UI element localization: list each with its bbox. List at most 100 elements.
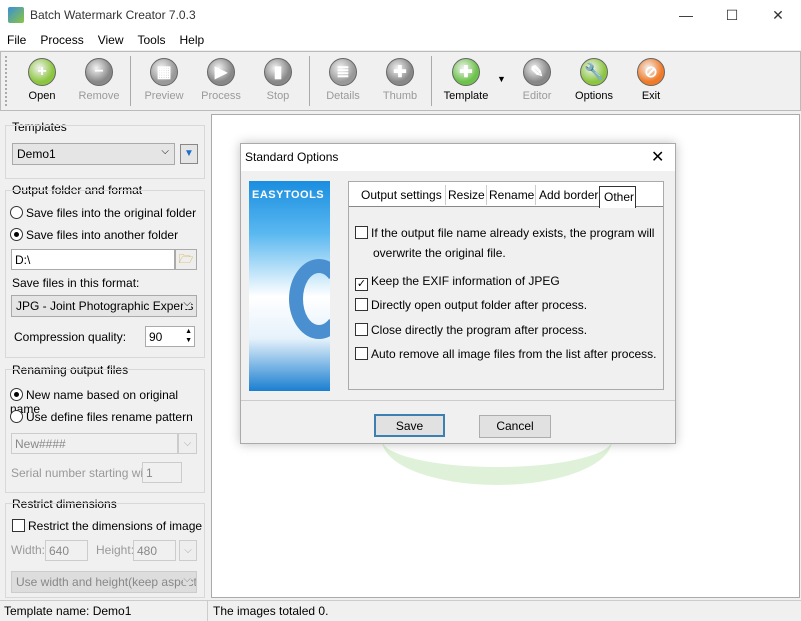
option-overwrite-line2: overwrite the original file. (373, 246, 506, 260)
maximize-button[interactable]: ☐ (709, 0, 755, 30)
menu-process[interactable]: Process (33, 30, 90, 47)
chevron-down-icon: ⌵ (183, 298, 191, 309)
radio-original-folder[interactable]: Save files into the original folder (10, 206, 196, 220)
template-dropdown-icon[interactable]: ▼ (497, 74, 506, 84)
options-button[interactable]: 🔧 Options (566, 58, 622, 102)
option-close-program[interactable]: Close directly the program after process… (355, 323, 587, 337)
thumb-button[interactable]: ✚ Thumb (372, 58, 428, 102)
menu-tools[interactable]: Tools (131, 30, 173, 47)
window-title: Batch Watermark Creator 7.0.3 (30, 8, 196, 22)
toolbar: + Open − Remove ▦ Preview ▶ Process ▮ Stop ≣ Detail… (0, 51, 801, 111)
restrict-checkbox[interactable]: Restrict the dimensions of image (12, 519, 202, 533)
editor-button[interactable]: ✎ Editor (509, 58, 565, 102)
radio-rename-pattern[interactable]: Use define files rename pattern (10, 410, 193, 424)
format-label: Save files in this format: (12, 276, 140, 290)
minimize-button[interactable]: — (663, 0, 709, 30)
radio-another-folder[interactable]: Save files into another folder (10, 228, 178, 242)
option-label: Keep the EXIF information of JPEG (371, 274, 560, 288)
puzzle-icon: ✚ (452, 58, 480, 86)
toolbar-label: Process (201, 90, 241, 102)
radio-label: Save files into the original folder (26, 206, 197, 220)
exit-button[interactable]: ⊘ Exit (623, 58, 679, 102)
tab-rename[interactable]: Rename (486, 185, 534, 205)
toolbar-label: Details (326, 90, 360, 102)
preview-icon: ▦ (150, 58, 178, 86)
minus-icon: − (85, 58, 113, 86)
chevron-down-icon: ⌵ (183, 574, 191, 585)
toolbar-label: Open (28, 90, 56, 102)
cancel-button[interactable]: Cancel (479, 415, 551, 438)
chevron-down-icon: ⌵ (161, 146, 169, 157)
save-button[interactable]: Save (374, 414, 445, 437)
serial-input[interactable]: 1 (142, 462, 182, 483)
menu-bar: File Process View Tools Help (0, 30, 801, 50)
wrench-icon: 🔧 (580, 58, 608, 86)
stop-icon: ▮ (264, 58, 292, 86)
width-input[interactable]: 640 (45, 540, 88, 561)
process-button[interactable]: ▶ Process (193, 58, 249, 102)
quality-spinner[interactable]: 90 ▲ ▼ (145, 326, 195, 347)
option-auto-remove[interactable]: Auto remove all image files from the lis… (355, 347, 656, 361)
menu-file[interactable]: File (0, 30, 33, 47)
template-select[interactable]: Demo1 ⌵ (12, 143, 175, 165)
resize-mode-select[interactable]: Use width and height(keep aspect ratio)⌵ (11, 571, 197, 593)
option-keep-exif[interactable]: ✓ Keep the EXIF information of JPEG (355, 274, 560, 291)
refresh-arrow-icon (289, 259, 330, 339)
pattern-input[interactable]: New#### (11, 433, 178, 454)
option-open-folder[interactable]: Directly open output folder after proces… (355, 298, 587, 312)
menu-view[interactable]: View (91, 30, 131, 47)
tab-panel: Output settings Resize Rename Add border… (348, 181, 664, 390)
height-input[interactable]: 480 (133, 540, 176, 561)
status-divider (207, 601, 208, 621)
preview-button[interactable]: ▦ Preview (136, 58, 192, 102)
pattern-dropdown-icon[interactable]: ⌵ (178, 433, 197, 454)
toolbar-separator (431, 56, 432, 106)
height-label: Height: (96, 543, 135, 557)
play-icon: ▶ (207, 58, 235, 86)
status-bar: Template name: Demo1 The images totaled … (0, 600, 801, 621)
details-button[interactable]: ≣ Details (315, 58, 371, 102)
dialog-title: Standard Options (245, 150, 339, 164)
dialog-title-bar: Standard Options ✕ (241, 144, 675, 171)
serial-label: Serial number starting with (11, 466, 154, 480)
status-images: The images totaled 0. (213, 604, 329, 618)
remove-button[interactable]: − Remove (71, 58, 127, 102)
tab-other[interactable]: Other (599, 186, 636, 208)
tab-resize[interactable]: Resize (445, 185, 485, 205)
settings-panel: Templates Demo1 ⌵ ▼ Output folder and for… (0, 114, 206, 598)
size-dropdown-icon[interactable]: ⌵ (179, 540, 197, 561)
stop-button[interactable]: ▮ Stop (250, 58, 306, 102)
tab-output-settings[interactable]: Output settings (361, 185, 442, 205)
toolbar-label: Exit (641, 90, 661, 102)
close-button[interactable]: ✕ (755, 0, 801, 30)
option-label: Auto remove all image files from the lis… (371, 347, 657, 361)
folder-input[interactable]: D:\ (11, 249, 175, 270)
dialog-close-icon[interactable]: ✕ (651, 147, 664, 167)
check-icon: ✓ (355, 278, 368, 291)
title-bar: Batch Watermark Creator 7.0.3 — ☐ ✕ (0, 0, 801, 30)
toolbar-label: Preview (144, 90, 184, 102)
option-overwrite[interactable]: If the output file name already exists, … (355, 226, 654, 240)
plus-icon: + (28, 58, 56, 86)
toolbar-grip[interactable] (5, 56, 7, 106)
menu-help[interactable]: Help (173, 30, 212, 47)
option-label: If the output file name already exists, … (371, 226, 655, 240)
checkbox-label: Restrict the dimensions of image (28, 519, 203, 533)
toolbar-label: Thumb (382, 90, 418, 102)
format-select[interactable]: JPG - Joint Photographic Experts Group⌵ (11, 295, 197, 317)
template-menu-button[interactable]: ▼ (180, 144, 198, 164)
toolbar-label: Editor (522, 90, 552, 102)
open-button[interactable]: + Open (14, 58, 70, 102)
toolbar-label: Options (575, 90, 613, 102)
standard-options-dialog: Standard Options ✕ EASYTOOLS Output sett… (240, 143, 676, 444)
easytools-banner: EASYTOOLS (249, 181, 330, 391)
template-value: Demo1 (17, 147, 56, 161)
banner-text: EASYTOOLS (252, 189, 325, 201)
spinner-arrows-icon[interactable]: ▲ ▼ (185, 327, 192, 345)
resize-mode-value: Use width and height(keep aspect ratio) (16, 575, 197, 589)
tab-add-border[interactable]: Add border (535, 185, 598, 205)
template-button[interactable]: ✚ Template (438, 58, 494, 102)
browse-folder-icon[interactable]: 🗁 (175, 249, 197, 270)
quality-value: 90 (149, 330, 163, 344)
details-icon: ≣ (329, 58, 357, 86)
